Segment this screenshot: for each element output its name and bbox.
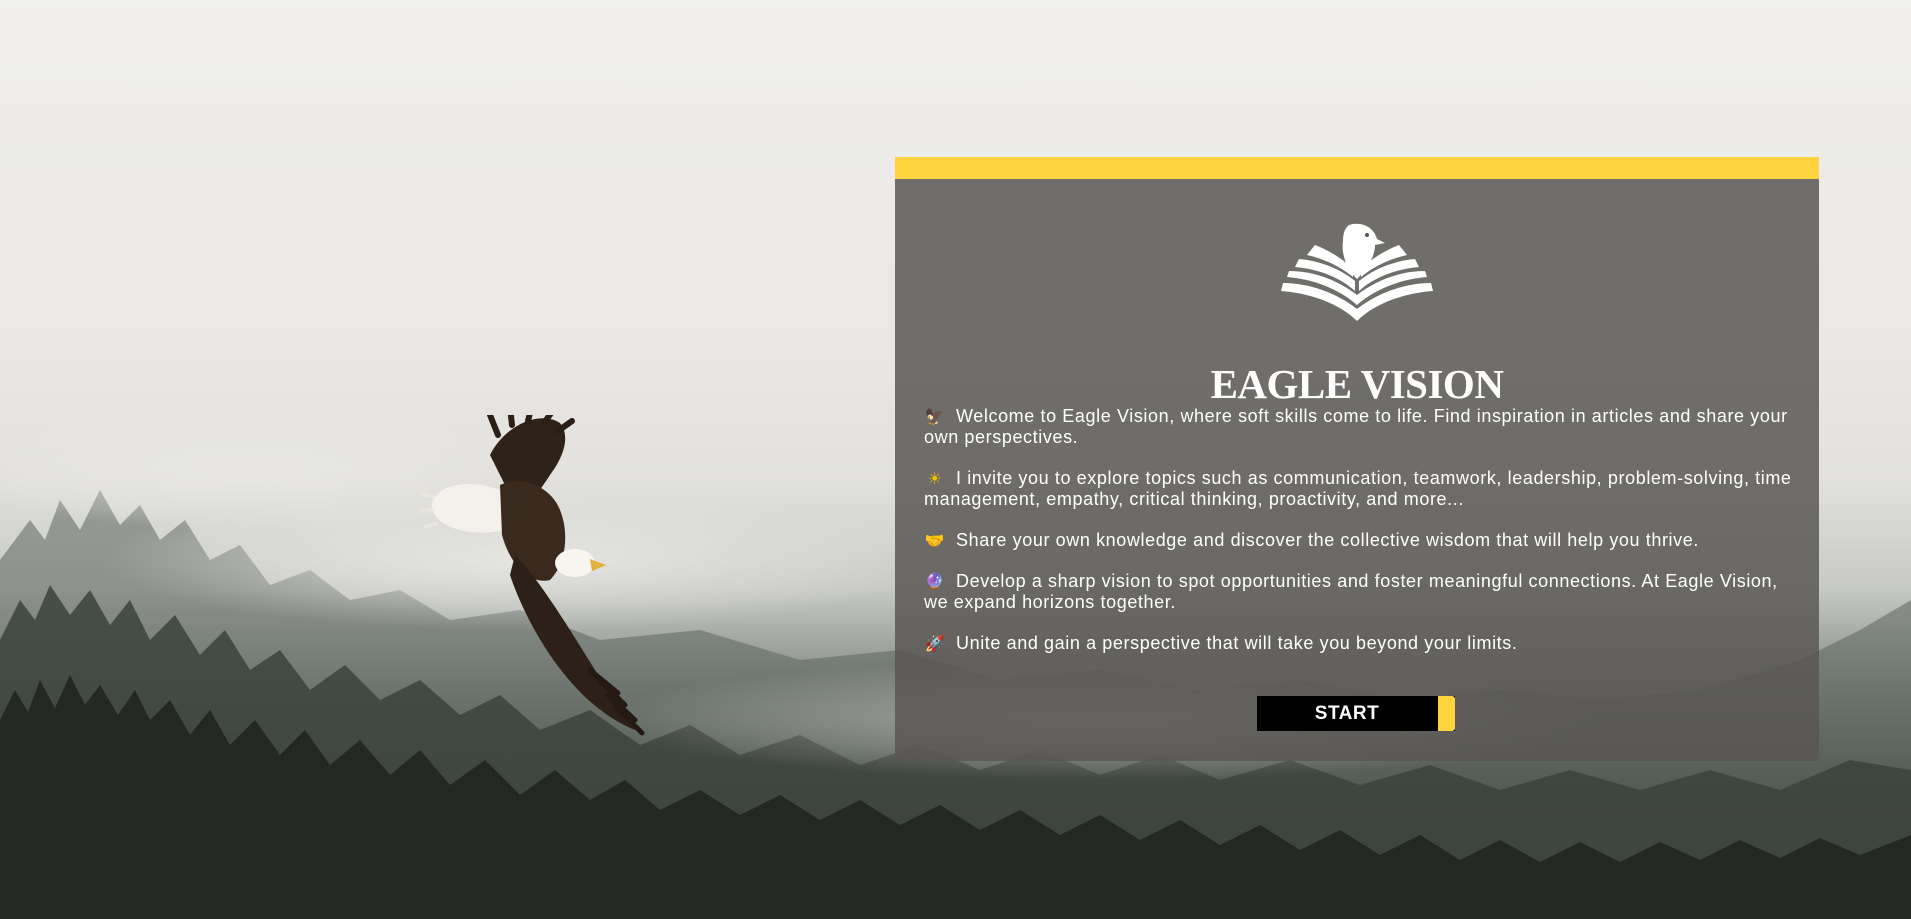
intro-paragraph-text: I invite you to explore topics such as c… bbox=[924, 468, 1792, 509]
intro-paragraph-text: Develop a sharp vision to spot opportuni… bbox=[924, 571, 1778, 612]
welcome-card: EAGLE VISION 🦅 Welcome to Eagle Vision, w… bbox=[895, 157, 1819, 761]
start-button[interactable]: START bbox=[1257, 696, 1455, 731]
intro-paragraph: 🔮 Develop a sharp vision to spot opportun… bbox=[924, 571, 1796, 613]
eagle-book-logo-icon bbox=[1281, 223, 1433, 321]
intro-paragraph: 🤝 Share your own knowledge and discover t… bbox=[924, 530, 1796, 551]
flying-eagle-image bbox=[420, 415, 645, 736]
intro-paragraph: ☀ I invite you to explore topics such as … bbox=[924, 468, 1796, 510]
handshake-icon: 🤝 bbox=[924, 531, 946, 550]
card-accent-bar bbox=[895, 157, 1819, 179]
intro-paragraph-text: Welcome to Eagle Vision, where soft skil… bbox=[924, 406, 1788, 447]
start-button-label: START bbox=[1314, 703, 1380, 724]
intro-paragraph-text: Unite and gain a perspective that will t… bbox=[956, 633, 1518, 653]
intro-paragraph: 🦅 Welcome to Eagle Vision, where soft ski… bbox=[924, 406, 1796, 448]
intro-paragraphs: 🦅 Welcome to Eagle Vision, where soft ski… bbox=[924, 406, 1796, 674]
sun-icon: ☀ bbox=[927, 469, 943, 488]
crystal-ball-icon: 🔮 bbox=[924, 572, 946, 591]
brand-title: EAGLE VISION bbox=[1210, 361, 1504, 408]
rocket-icon: 🚀 bbox=[924, 634, 946, 653]
intro-paragraph-text: Share your own knowledge and discover th… bbox=[956, 530, 1699, 550]
hero-background: EAGLE VISION 🦅 Welcome to Eagle Vision, w… bbox=[0, 0, 1911, 919]
eagle-icon: 🦅 bbox=[924, 407, 946, 426]
intro-paragraph: 🚀 Unite and gain a perspective that will … bbox=[924, 633, 1796, 654]
start-button-accent bbox=[1438, 696, 1455, 731]
